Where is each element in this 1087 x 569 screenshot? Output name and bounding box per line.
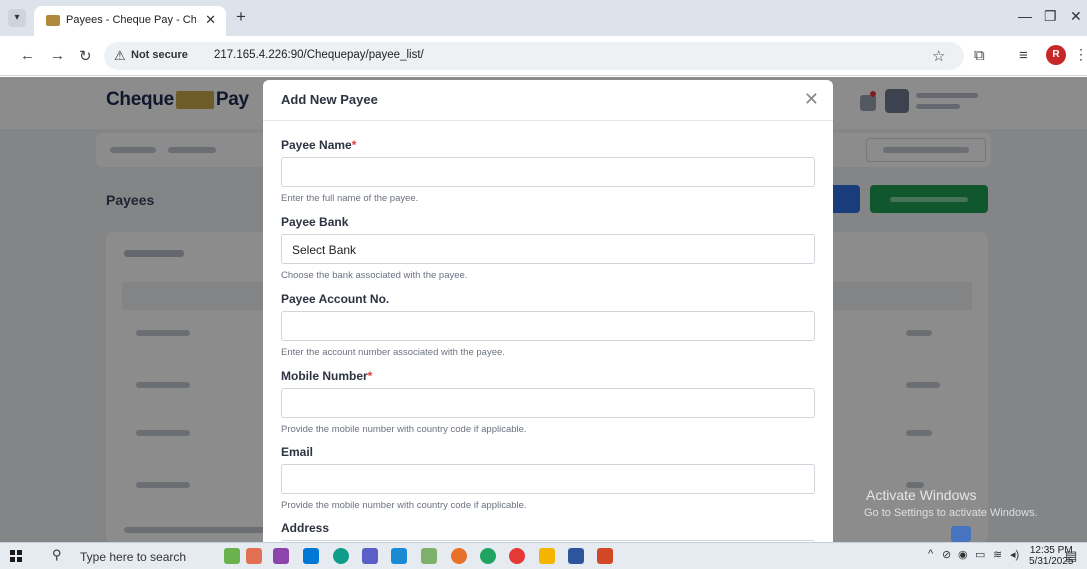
copilot-icon[interactable] [273, 548, 289, 564]
profile-avatar[interactable]: R [1046, 45, 1066, 65]
more-menu-icon[interactable]: ⋮ [1074, 46, 1087, 63]
star-icon[interactable]: ☆ [932, 47, 945, 65]
modal-header: Add New Payee ✕ [263, 80, 833, 121]
browser-tab[interactable]: Payees - Cheque Pay - Cheque ✕ [34, 6, 226, 36]
email-label: Email [281, 445, 314, 459]
payee-bank-help: Choose the bank associated with the paye… [281, 270, 468, 281]
windows-taskbar: ⚲ Type here to search ^ ⊘ ◉ ▭ ≋ ◂) 12:35… [0, 542, 1087, 569]
add-payee-modal: Add New Payee ✕ Payee Name* Enter the fu… [263, 80, 833, 542]
chevron-down-icon[interactable]: ▾ [8, 9, 26, 27]
scroll-top-button[interactable] [951, 526, 971, 542]
network-icon[interactable]: ⊘ [942, 548, 951, 561]
app-icon[interactable] [421, 548, 437, 564]
tray-app-icon[interactable]: ◉ [958, 548, 968, 561]
back-icon[interactable]: ← [20, 47, 35, 64]
chrome-icon[interactable] [480, 548, 496, 564]
omnibox[interactable]: ⚠ Not secure 217.165.4.226:90/Chequepay/… [104, 42, 964, 70]
taskbar-search[interactable]: ⚲ Type here to search [46, 545, 210, 567]
volume-icon[interactable]: ◂) [1010, 548, 1019, 561]
payee-bank-selected: Select Bank [292, 243, 357, 257]
teams-icon[interactable] [362, 548, 378, 564]
close-icon[interactable]: ✕ [804, 89, 819, 110]
required-marker: * [367, 369, 373, 383]
extensions-icon[interactable]: ⧉ [974, 47, 985, 64]
close-icon[interactable]: ✕ [205, 12, 216, 28]
tab-title: Payees - Cheque Pay - Cheque [66, 14, 196, 26]
forward-icon[interactable]: → [50, 47, 65, 64]
firefox-icon[interactable] [451, 548, 467, 564]
url-text[interactable]: 217.165.4.226:90/Chequepay/payee_list/ [214, 49, 424, 61]
payee-account-label: Payee Account No. [281, 292, 390, 306]
payee-name-help: Enter the full name of the payee. [281, 193, 419, 204]
mobile-number-label: Mobile Number* [281, 369, 373, 383]
security-status[interactable]: Not secure [131, 49, 188, 61]
modal-title: Add New Payee [281, 92, 378, 107]
email-help: Provide the mobile number with country c… [281, 500, 527, 511]
email-input[interactable] [281, 464, 815, 494]
payee-account-help: Enter the account number associated with… [281, 347, 505, 358]
widgets-icon[interactable] [224, 548, 240, 564]
minimize-icon[interactable]: — [1018, 8, 1032, 24]
chevron-up-icon[interactable]: ^ [928, 548, 933, 560]
app-icon[interactable] [246, 548, 262, 564]
outlook-icon[interactable] [303, 548, 319, 564]
payee-name-input[interactable] [281, 157, 815, 187]
favicon-icon [46, 15, 60, 26]
reload-icon[interactable]: ↻ [79, 47, 92, 65]
address-label: Address [281, 521, 330, 535]
file-explorer-icon[interactable] [539, 548, 555, 564]
browser-tab-bar: ▾ Payees - Cheque Pay - Cheque ✕ + — ❐ ✕ [0, 0, 1087, 36]
restore-icon[interactable]: ❐ [1044, 8, 1057, 25]
payee-bank-label: Payee Bank [281, 215, 349, 229]
activate-windows-title: Activate Windows [866, 487, 977, 503]
opera-icon[interactable] [509, 548, 525, 564]
payee-account-input[interactable] [281, 311, 815, 341]
required-marker: * [351, 138, 357, 152]
plus-icon[interactable]: + [236, 7, 246, 27]
word-icon[interactable] [568, 548, 584, 564]
reading-list-icon[interactable]: ≡ [1019, 47, 1028, 64]
edge-icon[interactable] [333, 548, 349, 564]
payee-name-label: Payee Name* [281, 138, 357, 152]
notification-center-icon[interactable]: ▤ [1065, 548, 1077, 564]
search-icon: ⚲ [52, 547, 62, 562]
payee-bank-select[interactable]: Select Bank [281, 234, 815, 264]
close-window-icon[interactable]: ✕ [1070, 8, 1082, 25]
activate-windows-subtitle: Go to Settings to activate Windows. [864, 507, 1038, 519]
warning-icon[interactable]: ⚠ [114, 48, 126, 64]
address-bar: ← → ↻ ⚠ Not secure 217.165.4.226:90/Cheq… [0, 36, 1087, 76]
vscode-icon[interactable] [391, 548, 407, 564]
mobile-number-input[interactable] [281, 388, 815, 418]
powerpoint-icon[interactable] [597, 548, 613, 564]
wifi-icon[interactable]: ≋ [993, 548, 1002, 561]
mobile-number-help: Provide the mobile number with country c… [281, 424, 527, 435]
windows-start-icon[interactable] [10, 550, 22, 562]
taskbar-search-placeholder: Type here to search [80, 550, 187, 564]
battery-icon[interactable]: ▭ [975, 548, 985, 561]
